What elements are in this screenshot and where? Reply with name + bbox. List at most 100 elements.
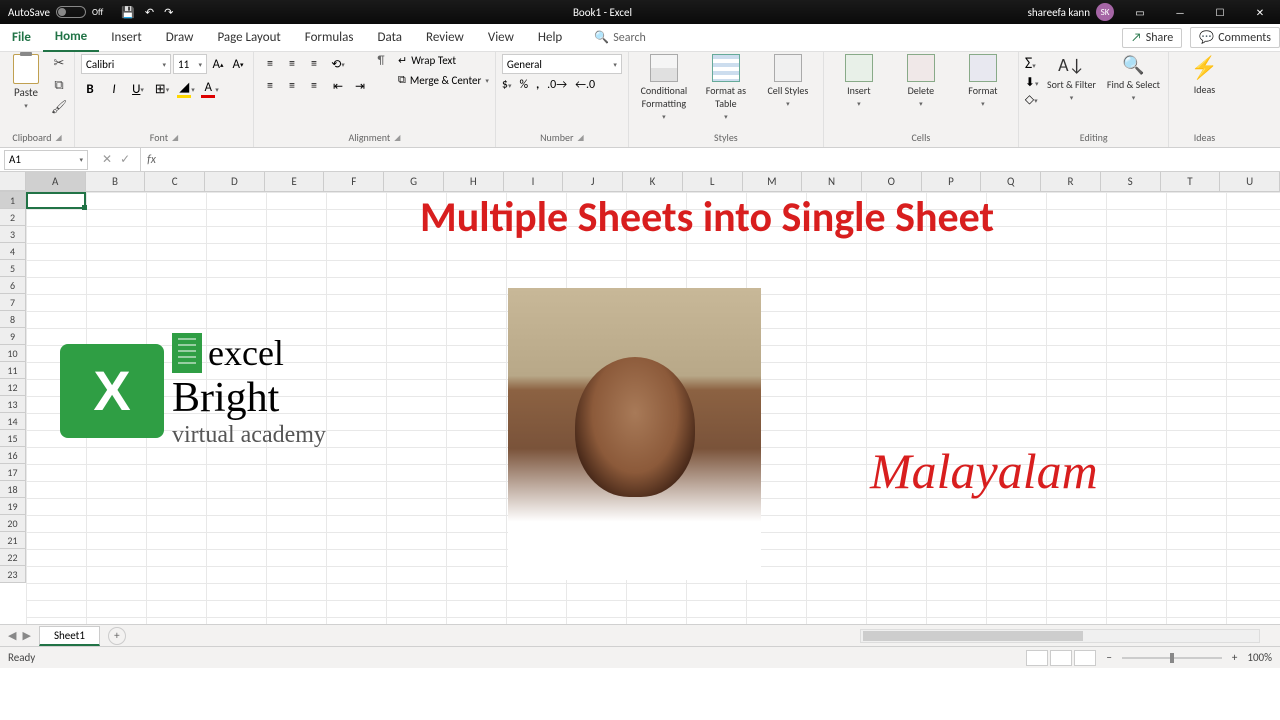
row-header[interactable]: 22 — [0, 549, 26, 566]
share-button[interactable]: ↗ Share — [1122, 28, 1182, 48]
user-account[interactable]: shareefa kann SK — [1022, 3, 1120, 21]
italic-button[interactable]: I — [105, 80, 123, 98]
cut-icon[interactable]: ✂ — [50, 54, 68, 72]
insert-cells-button[interactable]: Insert▾ — [830, 54, 888, 108]
increase-font-icon[interactable]: A▴ — [209, 55, 227, 73]
row-header[interactable]: 21 — [0, 532, 26, 549]
sort-filter-button[interactable]: A↓ Sort & Filter▾ — [1042, 54, 1100, 102]
formula-input[interactable] — [162, 150, 1280, 170]
undo-icon[interactable]: ↶ — [145, 6, 154, 19]
col-header[interactable]: S — [1101, 172, 1161, 191]
col-header[interactable]: G — [384, 172, 444, 191]
dialog-launcher-icon[interactable]: ◢ — [394, 133, 400, 143]
col-header[interactable]: D — [205, 172, 265, 191]
row-header[interactable]: 20 — [0, 515, 26, 532]
sheet-nav-next-icon[interactable]: ▶ — [22, 629, 30, 642]
active-cell[interactable] — [26, 192, 86, 209]
format-as-table-button[interactable]: Format as Table▾ — [697, 54, 755, 121]
col-header[interactable]: F — [324, 172, 384, 191]
comma-icon[interactable]: , — [536, 78, 539, 92]
decrease-font-icon[interactable]: A▾ — [229, 55, 247, 73]
dialog-launcher-icon[interactable]: ◢ — [172, 133, 178, 143]
tab-home[interactable]: Home — [43, 24, 99, 52]
format-painter-icon[interactable]: 🖌 — [50, 98, 68, 116]
row-header[interactable]: 9 — [0, 328, 26, 345]
scroll-thumb[interactable] — [863, 631, 1083, 641]
col-header[interactable]: J — [563, 172, 623, 191]
cancel-formula-icon[interactable]: ✕ — [102, 152, 112, 167]
align-bottom-icon[interactable]: ≡ — [304, 54, 324, 74]
row-header[interactable]: 6 — [0, 277, 26, 294]
sheet-nav-prev-icon[interactable]: ◀ — [8, 629, 16, 642]
row-header[interactable]: 17 — [0, 464, 26, 481]
minimize-icon[interactable]: — — [1160, 0, 1200, 24]
row-header[interactable]: 3 — [0, 226, 26, 243]
zoom-slider[interactable] — [1122, 657, 1222, 659]
row-header[interactable]: 18 — [0, 481, 26, 498]
tab-review[interactable]: Review — [414, 24, 476, 52]
worksheet-grid[interactable]: A B C D E F G H I J K L M N O P Q R S T … — [0, 172, 1280, 624]
tab-formulas[interactable]: Formulas — [293, 24, 366, 52]
row-header[interactable]: 5 — [0, 260, 26, 277]
row-header[interactable]: 16 — [0, 447, 26, 464]
col-header[interactable]: T — [1161, 172, 1221, 191]
align-center-icon[interactable]: ≡ — [282, 76, 302, 96]
select-all-corner[interactable] — [0, 172, 26, 191]
tab-draw[interactable]: Draw — [154, 24, 206, 52]
number-format-combo[interactable]: General▾ — [502, 54, 622, 74]
row-header[interactable]: 2 — [0, 209, 26, 226]
cell-styles-button[interactable]: Cell Styles▾ — [759, 54, 817, 108]
tab-insert[interactable]: Insert — [99, 24, 154, 52]
font-size-combo[interactable]: 11▾ — [173, 54, 207, 74]
fill-color-icon[interactable]: ◢▾ — [177, 80, 195, 98]
tab-view[interactable]: View — [476, 24, 526, 52]
clear-icon[interactable]: ◇▾ — [1025, 92, 1039, 107]
row-header[interactable]: 23 — [0, 566, 26, 583]
align-top-icon[interactable]: ≡ — [260, 54, 280, 74]
increase-indent-icon[interactable]: ⇥ — [350, 76, 370, 96]
bold-button[interactable]: B — [81, 80, 99, 98]
find-select-button[interactable]: 🔍 Find & Select▾ — [1104, 54, 1162, 102]
autosave-toggle[interactable]: AutoSave Off — [0, 6, 111, 19]
col-header[interactable]: L — [683, 172, 743, 191]
row-header[interactable]: 7 — [0, 294, 26, 311]
col-header[interactable]: B — [86, 172, 146, 191]
col-header[interactable]: E — [265, 172, 325, 191]
zoom-in-icon[interactable]: + — [1232, 651, 1237, 664]
row-header[interactable]: 19 — [0, 498, 26, 515]
paste-button[interactable]: Paste ▾ — [6, 54, 46, 110]
col-header[interactable]: P — [922, 172, 982, 191]
dialog-launcher-icon[interactable]: ◢ — [55, 133, 61, 143]
search-box[interactable]: 🔍 Search — [594, 30, 646, 45]
col-header[interactable]: A — [26, 172, 86, 191]
fill-icon[interactable]: ⬇▾ — [1025, 75, 1039, 90]
decrease-decimal-icon[interactable]: ←.0 — [575, 78, 595, 92]
col-header[interactable]: C — [145, 172, 205, 191]
add-sheet-button[interactable]: + — [108, 627, 126, 645]
copy-icon[interactable]: ⧉ — [50, 76, 68, 94]
enter-formula-icon[interactable]: ✓ — [120, 152, 130, 167]
ribbon-display-icon[interactable]: ▭ — [1120, 0, 1160, 24]
row-header[interactable]: 10 — [0, 345, 26, 362]
row-header[interactable]: 13 — [0, 396, 26, 413]
col-header[interactable]: I — [504, 172, 564, 191]
accounting-icon[interactable]: $▾ — [502, 78, 512, 92]
toggle-switch[interactable] — [56, 6, 86, 18]
col-header[interactable]: O — [862, 172, 922, 191]
name-box[interactable]: A1▾ — [4, 150, 88, 170]
underline-button[interactable]: U▾ — [129, 80, 147, 98]
horizontal-scrollbar[interactable] — [126, 629, 1280, 643]
row-header[interactable]: 11 — [0, 362, 26, 379]
row-header[interactable]: 1 — [0, 192, 26, 209]
zoom-out-icon[interactable]: − — [1106, 651, 1111, 664]
col-header[interactable]: M — [743, 172, 803, 191]
row-header[interactable]: 12 — [0, 379, 26, 396]
zoom-value[interactable]: 100% — [1247, 651, 1272, 664]
page-layout-view-icon[interactable] — [1050, 650, 1072, 666]
align-middle-icon[interactable]: ≡ — [282, 54, 302, 74]
col-header[interactable]: Q — [981, 172, 1041, 191]
increase-decimal-icon[interactable]: .0→ — [547, 78, 567, 92]
fx-icon[interactable]: fx — [141, 153, 162, 167]
normal-view-icon[interactable] — [1026, 650, 1048, 666]
orientation-icon[interactable]: ⟲▾ — [328, 54, 348, 74]
